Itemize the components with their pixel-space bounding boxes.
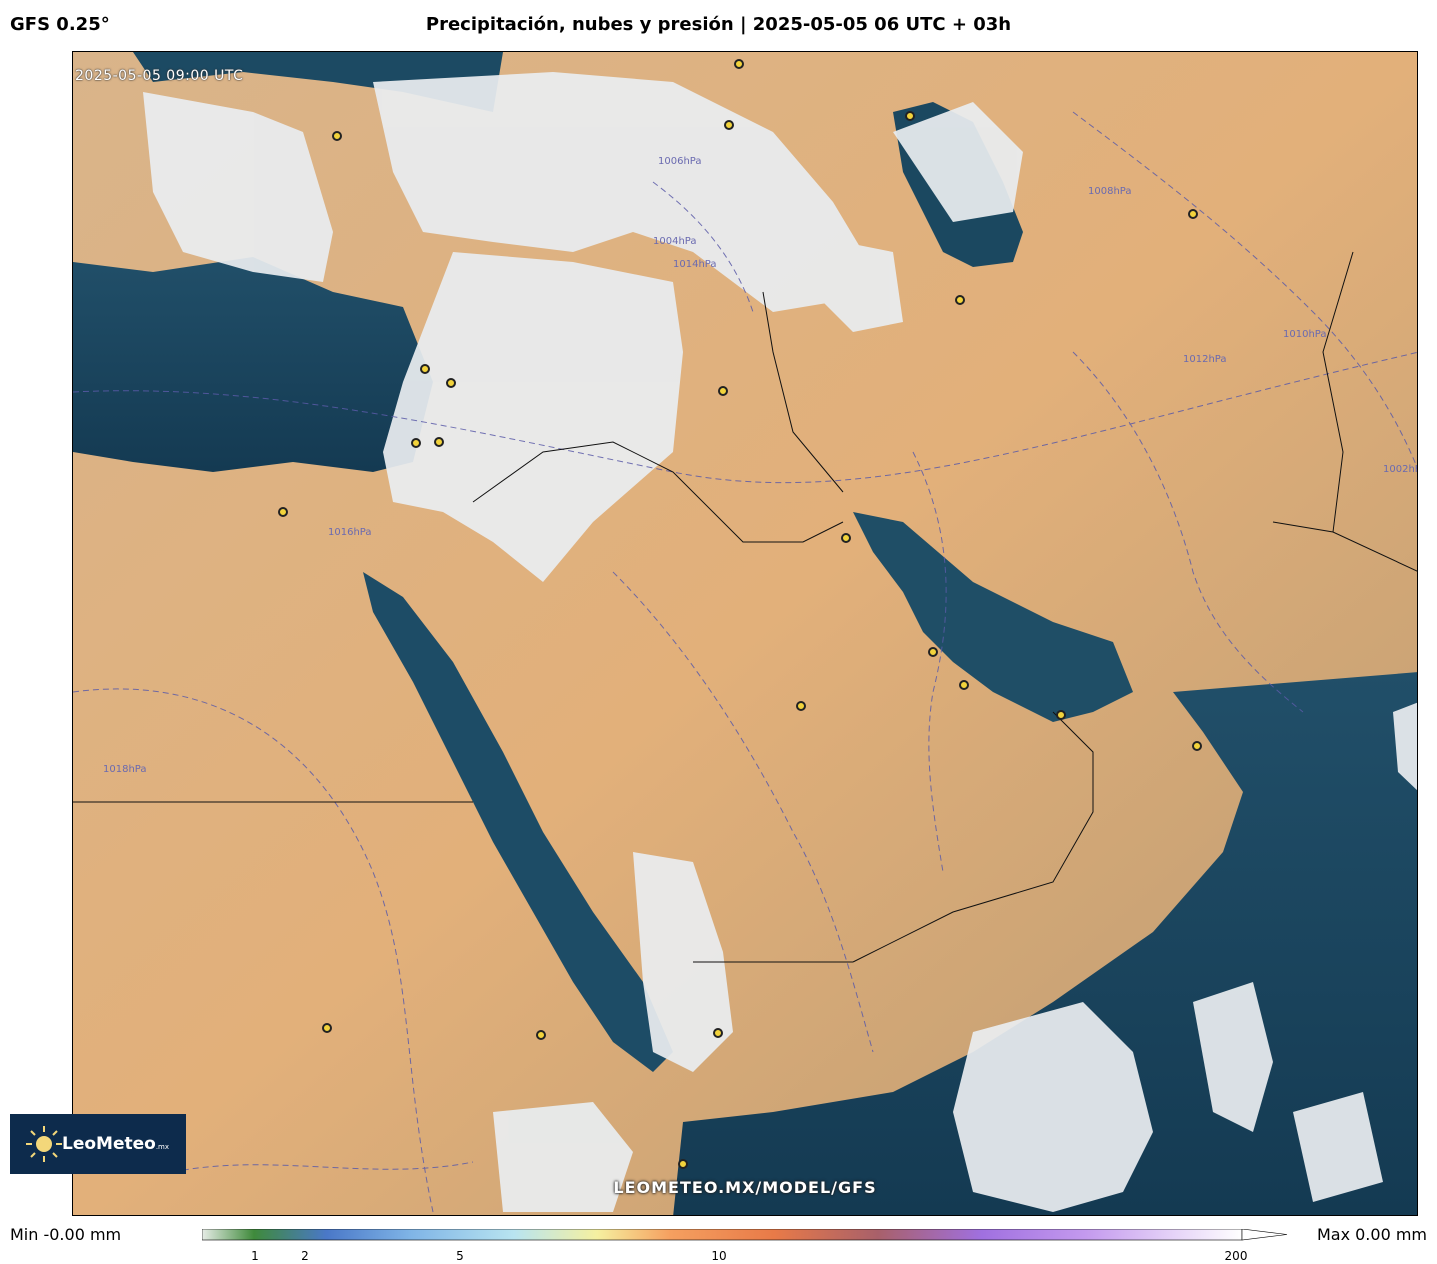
precip-colorbar — [202, 1229, 1288, 1241]
valid-time: 2025-05-05 09:00 UTC — [75, 68, 244, 84]
colorbar-tick: 200 — [1224, 1249, 1248, 1263]
map-canvas: 1008hPa 1006hPa 1004hPa 1010hPa 1012hPa … — [73, 52, 1418, 1215]
isobar-label: 1010hPa — [1283, 329, 1327, 340]
isobar-label: 1006hPa — [658, 156, 702, 167]
isobar-label: 1008hPa — [1088, 186, 1132, 197]
isobar-label: 1002hPa — [1383, 464, 1418, 475]
map-title: Precipitación, nubes y presión | 2025-05… — [425, 14, 1012, 35]
colorbar-tick: 5 — [456, 1249, 464, 1263]
min-label: Min -0.00 mm — [10, 1225, 122, 1244]
max-label: Max 0.00 mm — [1316, 1225, 1427, 1244]
isobar-label: 1018hPa — [103, 764, 147, 775]
logo-suffix: .mx — [155, 1143, 170, 1151]
isobar-label: 1016hPa — [328, 527, 372, 538]
colorbar-tick: 1 — [251, 1249, 259, 1263]
leometeo-logo: LeoMeteo.mx — [10, 1114, 186, 1174]
sun-icon — [26, 1126, 62, 1162]
weather-map[interactable]: 1008hPa 1006hPa 1004hPa 1010hPa 1012hPa … — [72, 51, 1418, 1216]
colorbar-tick: 2 — [301, 1249, 309, 1263]
isobar-label: 1012hPa — [1183, 354, 1227, 365]
colorbar-tick: 10 — [711, 1249, 727, 1263]
watermark: LEOMETEO.MX/MODEL/GFS — [613, 1178, 877, 1197]
isobar-label: 1014hPa — [673, 259, 717, 270]
logo-name: LeoMeteo — [62, 1134, 156, 1154]
isobar-label: 1004hPa — [653, 236, 697, 247]
